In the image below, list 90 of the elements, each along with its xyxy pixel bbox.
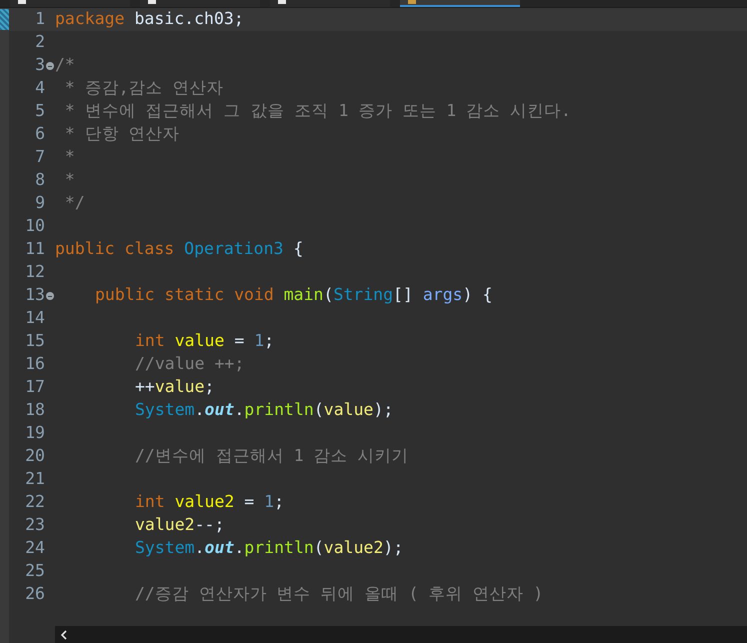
code-token: ;: [204, 379, 214, 396]
line-number: 9: [35, 195, 45, 212]
code-token: basic.ch03;: [133, 11, 244, 28]
code-token: value: [324, 402, 374, 419]
fold-icon[interactable]: [46, 62, 54, 70]
line-number: 1: [35, 11, 45, 28]
line-number: 19: [25, 425, 45, 442]
code-token: --;: [194, 517, 224, 534]
code-token: public static void: [95, 287, 275, 304]
code-token: []: [393, 287, 414, 304]
file-icon: [408, 0, 416, 4]
code-token: .: [194, 540, 205, 557]
line-number: 25: [25, 563, 45, 580]
line-number: 7: [35, 149, 45, 166]
line-number: 23: [25, 517, 45, 534]
code-token: Operation3: [184, 241, 284, 258]
line-number: 3: [35, 57, 45, 74]
code-token: out: [204, 402, 234, 419]
code-token: /*: [55, 57, 75, 74]
code-token: args: [422, 287, 463, 304]
code-token: .: [234, 402, 244, 419]
line-number: 2: [35, 34, 45, 51]
line-number: 5: [35, 103, 45, 120]
line-number: 20: [25, 448, 45, 465]
editor-tab[interactable]: [10, 0, 130, 7]
fold-icon[interactable]: [46, 292, 54, 300]
code-token: ;: [264, 333, 274, 350]
code-token: //value ++;: [135, 356, 244, 373]
code-token: int: [135, 333, 166, 350]
code-token: );: [373, 402, 394, 419]
line-number: 18: [25, 402, 45, 419]
line-number: 17: [25, 379, 45, 396]
line-number: 21: [25, 471, 45, 488]
file-icon: [148, 0, 156, 4]
line-number: 12: [25, 264, 45, 281]
code-token: 1: [254, 333, 264, 350]
code-token: int: [135, 494, 166, 511]
code-token: value: [174, 333, 224, 350]
code-token: =: [243, 494, 256, 511]
code-token: value: [154, 379, 205, 396]
code-token: System: [135, 402, 195, 419]
code-token: {: [292, 241, 304, 258]
code-token: out: [204, 540, 234, 557]
line-number: 4: [35, 80, 45, 97]
code-token: value2: [135, 517, 195, 534]
line-number: 22: [25, 494, 45, 511]
code-token: ;: [274, 494, 284, 511]
code-token: main: [284, 287, 324, 304]
line-number: 24: [25, 540, 45, 557]
code-token: System: [135, 540, 195, 557]
line-number: 6: [35, 126, 45, 143]
line-number: 16: [25, 356, 45, 373]
code-token: ) {: [462, 287, 492, 304]
editor-tab[interactable]: [270, 0, 390, 7]
code-token: */: [64, 195, 85, 212]
horizontal-scrollbar[interactable]: [55, 626, 747, 643]
code-token: *: [64, 172, 75, 189]
file-icon: [278, 0, 286, 4]
file-icon: [18, 0, 26, 4]
line-number: 13: [25, 287, 45, 304]
code-token: value2: [324, 540, 384, 557]
scroll-left-icon[interactable]: [60, 630, 68, 640]
code-token: //변수에 접근해서 1 감소 시키기: [135, 448, 409, 465]
code-token: value2: [174, 494, 234, 511]
code-token: .: [234, 540, 244, 557]
code-token: (: [324, 287, 334, 304]
line-number: 8: [35, 172, 45, 189]
code-token: .: [194, 402, 205, 419]
code-token: *: [64, 149, 75, 166]
code-token: * 변수에 접근해서 그 값을 조직 1 증가 또는 1 감소 시킨다.: [64, 103, 571, 120]
code-token: (: [314, 402, 324, 419]
line-number: 10: [25, 218, 45, 235]
code-token: );: [383, 540, 404, 557]
code-token: String: [333, 287, 394, 304]
line-number: 11: [25, 241, 45, 258]
code-token: * 증감,감소 연산자: [64, 80, 224, 97]
code-token: ++: [135, 379, 155, 396]
code-token: println: [244, 540, 314, 557]
line-number: 14: [25, 310, 45, 327]
code-token: package: [55, 11, 125, 28]
code-token: //증감 연산자가 변수 뒤에 올때 ( 후위 연산자 ): [135, 586, 544, 603]
code-token: println: [244, 402, 314, 419]
editor-tab[interactable]: [140, 0, 260, 7]
code-token: * 단항 연산자: [64, 126, 180, 143]
line-number: 15: [25, 333, 45, 350]
code-token: public class: [55, 241, 176, 258]
code-token: =: [233, 333, 246, 350]
code-token: 1: [264, 494, 274, 511]
line-number: 26: [25, 586, 45, 603]
code-token: (: [314, 540, 324, 557]
